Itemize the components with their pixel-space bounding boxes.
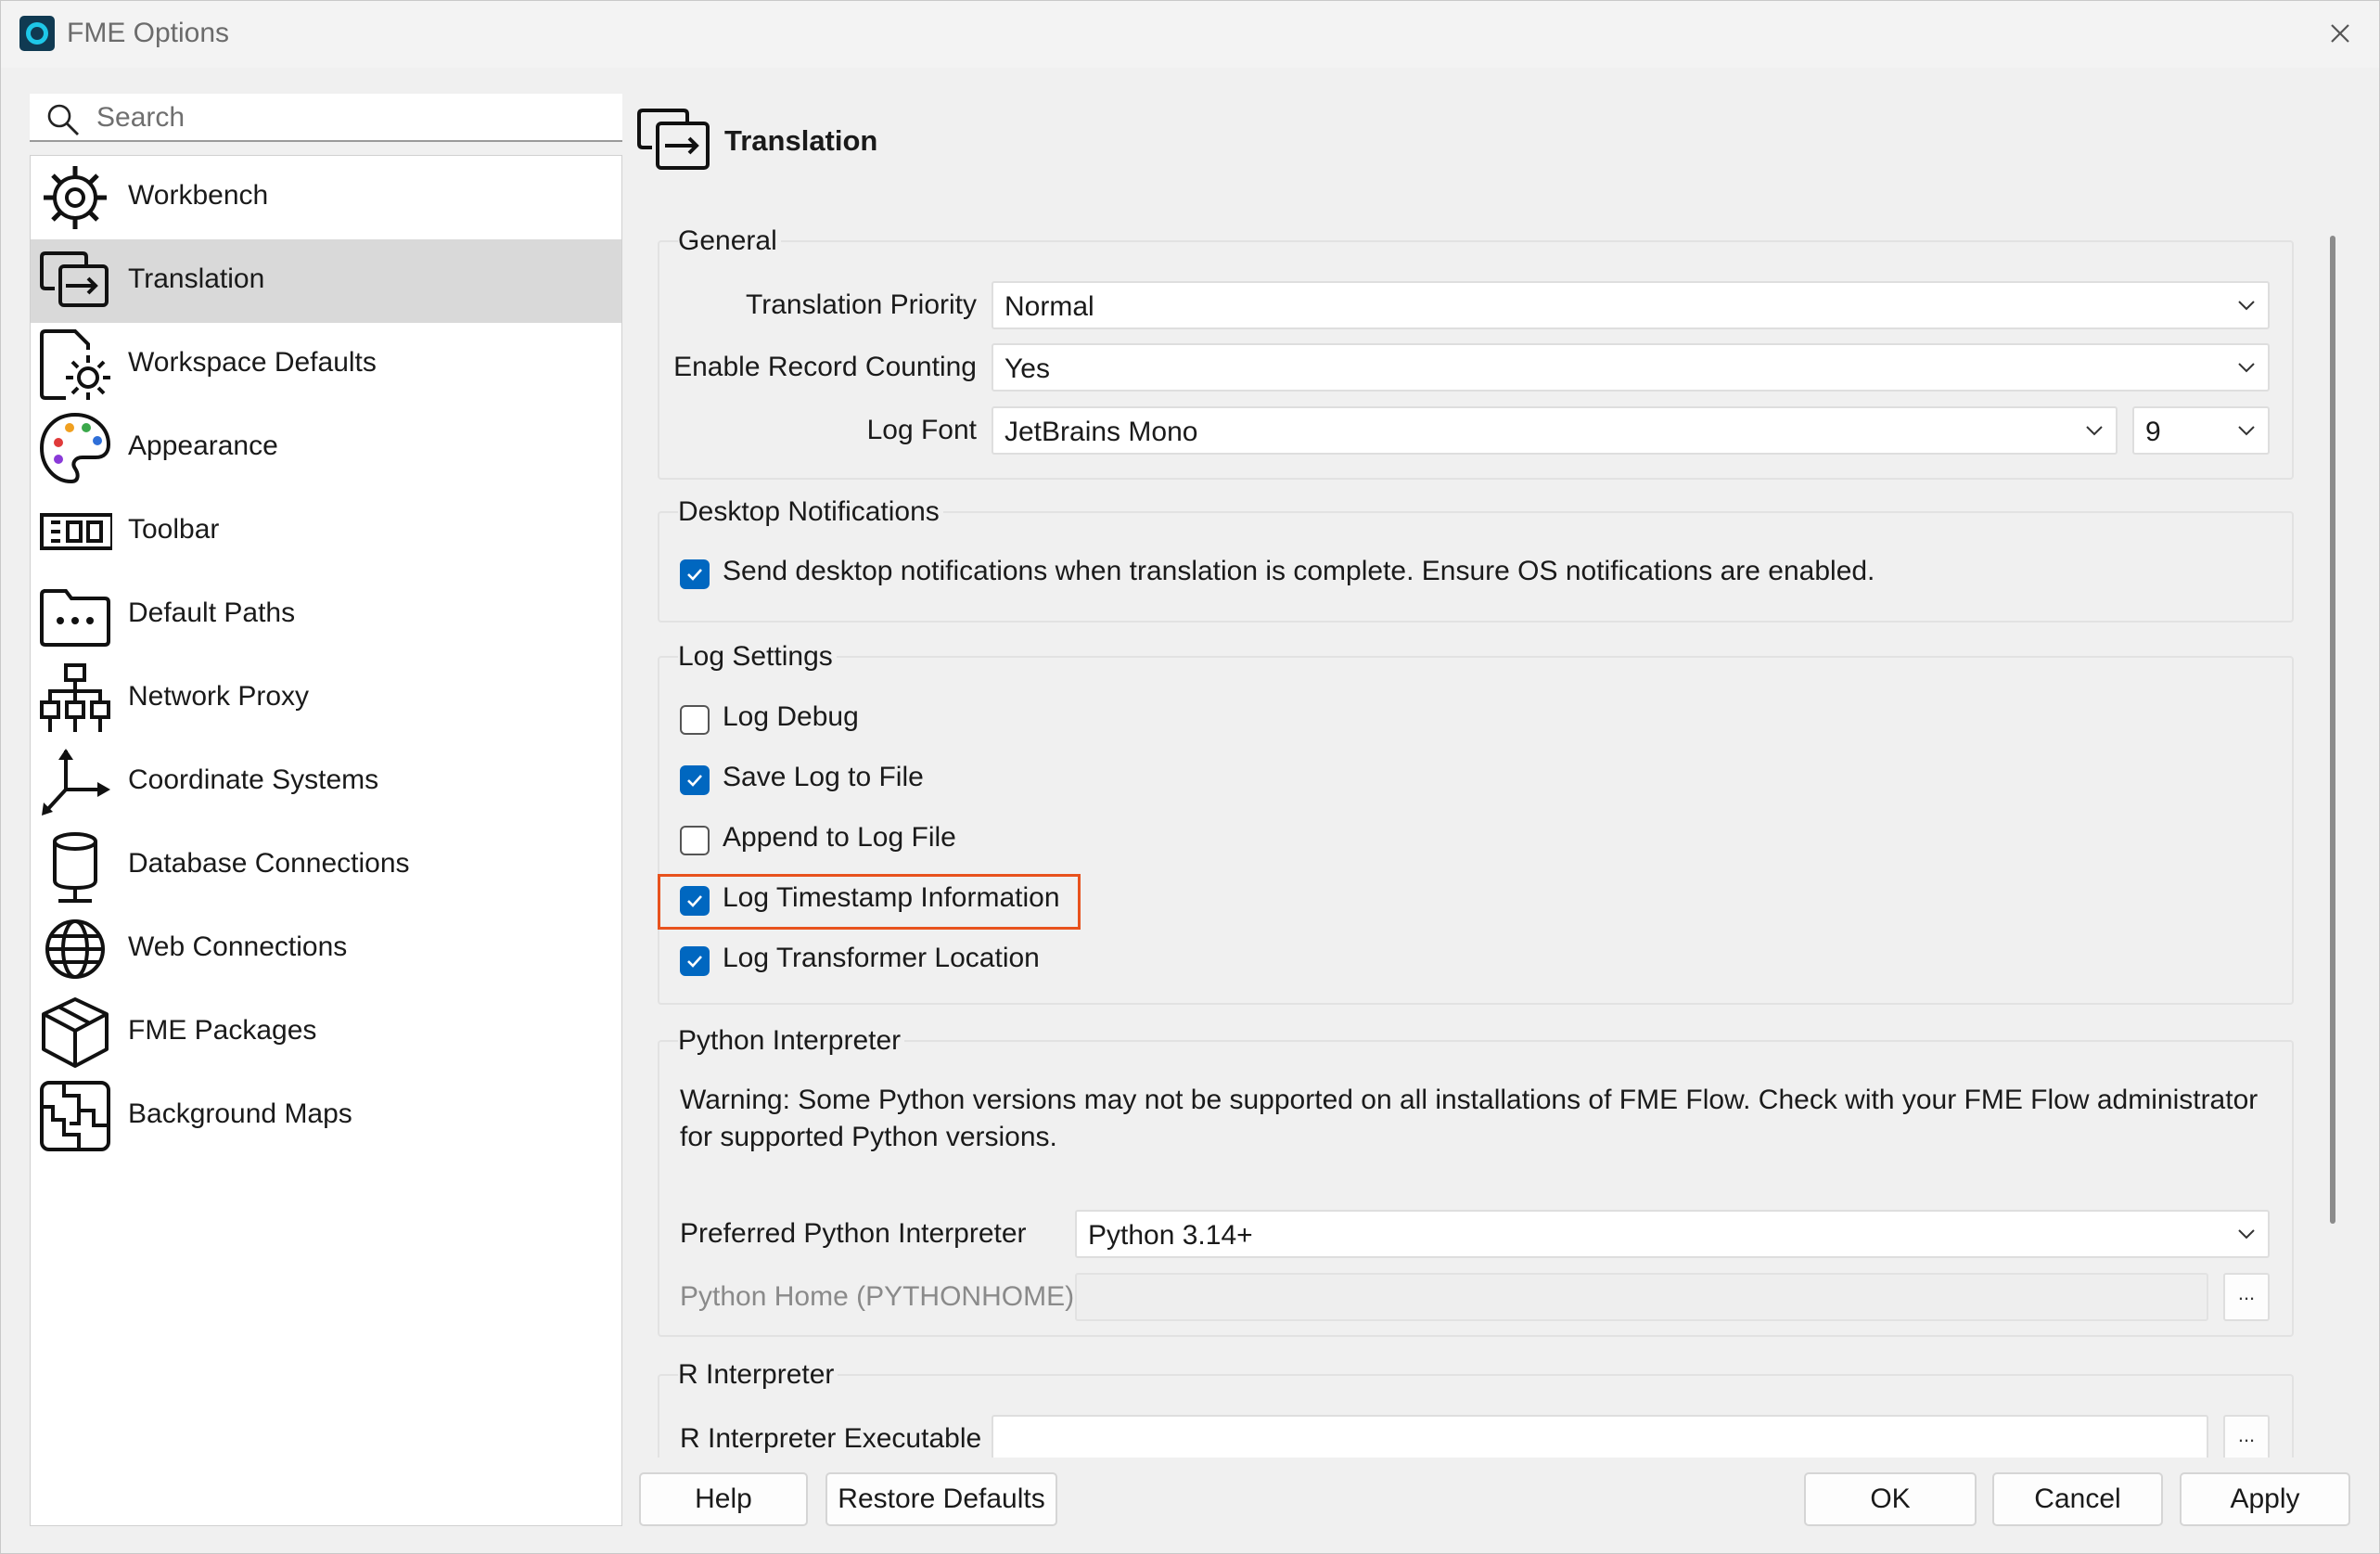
sidebar-item-label: Web Connections — [128, 931, 348, 962]
translation-priority-value: Normal — [1004, 291, 1094, 322]
preferred-python-select[interactable]: Python 3.14+ — [1075, 1210, 2270, 1258]
page-title: Translation — [724, 124, 878, 157]
python-home-field — [1075, 1273, 2208, 1321]
sidebar-item-label: Network Proxy — [128, 681, 310, 712]
fme-app-icon — [19, 16, 55, 51]
chevron-down-icon — [2086, 426, 2103, 436]
save-log-label: Save Log to File — [723, 762, 924, 792]
record-counting-label: Enable Record Counting — [673, 352, 977, 382]
chevron-down-icon — [2238, 426, 2255, 436]
send-notifications-label: Send desktop notifications when translat… — [723, 556, 1875, 586]
sidebar-item-label: Background Maps — [128, 1098, 352, 1129]
search-input[interactable] — [96, 101, 607, 135]
checkbox-unchecked[interactable] — [680, 826, 710, 855]
help-button[interactable]: Help — [639, 1472, 808, 1526]
globe-icon — [45, 919, 105, 979]
folder-icon — [40, 589, 110, 647]
preferred-python-value: Python 3.14+ — [1088, 1220, 1253, 1251]
sidebar-item-web-connections[interactable]: Web Connections — [31, 907, 621, 991]
chevron-down-icon — [2238, 1229, 2255, 1239]
desktop-notifications-title: Desktop Notifications — [678, 496, 943, 528]
translation-priority-select[interactable]: Normal — [992, 281, 2270, 329]
sidebar-item-label: Default Paths — [128, 597, 296, 628]
sidebar-item-default-paths[interactable]: Default Paths — [31, 573, 621, 657]
sidebar-item-label: FME Packages — [128, 1015, 317, 1046]
python-home-browse-button[interactable]: ... — [2223, 1273, 2270, 1321]
append-log-label: Append to Log File — [723, 822, 956, 853]
window-title: FME Options — [67, 18, 230, 48]
log-transformer-location-label: Log Transformer Location — [723, 943, 1040, 973]
sidebar-item-database-connections[interactable]: Database Connections — [31, 824, 621, 907]
options-nav-list: Workbench Translation Workspace Defaults — [30, 155, 622, 1526]
r-exe-label: R Interpreter Executable — [680, 1423, 982, 1454]
log-font-size-select[interactable]: 9 — [2132, 406, 2270, 455]
checkbox-checked[interactable] — [680, 946, 710, 976]
chevron-down-icon — [2238, 363, 2255, 373]
sidebar-item-translation[interactable]: Translation — [31, 239, 621, 323]
sidebar-item-fme-packages[interactable]: FME Packages — [31, 991, 621, 1074]
sidebar-item-label: Toolbar — [128, 514, 220, 545]
sidebar-item-label: Appearance — [128, 430, 278, 461]
sidebar-item-coordinate-systems[interactable]: Coordinate Systems — [31, 740, 621, 824]
checkbox-checked[interactable] — [680, 886, 710, 916]
toolbar-icon — [40, 513, 112, 550]
workbench-icon — [44, 166, 107, 229]
workspace-defaults-icon — [40, 329, 110, 400]
python-group-title: Python Interpreter — [678, 1025, 905, 1057]
palette-icon — [39, 412, 111, 484]
settings-content: General Translation Priority Normal Enab… — [635, 196, 2312, 1458]
log-debug-label: Log Debug — [723, 701, 859, 732]
log-font-select[interactable]: JetBrains Mono — [992, 406, 2118, 455]
python-home-label: Python Home (PYTHONHOME) — [680, 1281, 1075, 1312]
checkbox-checked[interactable] — [680, 765, 710, 795]
log-settings-title: Log Settings — [678, 641, 837, 673]
translation-icon — [40, 251, 109, 307]
axes-icon — [42, 749, 110, 816]
preferred-python-label: Preferred Python Interpreter — [680, 1218, 1027, 1249]
sidebar-item-label: Coordinate Systems — [128, 764, 379, 795]
log-timestamp-label: Log Timestamp Information — [723, 882, 1060, 913]
translation-priority-label: Translation Priority — [746, 289, 977, 320]
close-icon[interactable] — [2322, 16, 2358, 51]
title-bar: FME Options — [1, 1, 2379, 68]
log-font-size-value: 9 — [2145, 417, 2161, 447]
package-icon — [42, 997, 109, 1068]
apply-button[interactable]: Apply — [2180, 1472, 2350, 1526]
options-window: FME Options Workbench Tra — [0, 0, 2380, 1554]
translation-page-icon — [637, 109, 710, 170]
sidebar-item-appearance[interactable]: Appearance — [31, 406, 621, 490]
python-warning-text: Warning: Some Python versions may not be… — [680, 1085, 2258, 1152]
network-icon — [40, 663, 110, 732]
record-counting-select[interactable]: Yes — [992, 343, 2270, 392]
r-group-title: R Interpreter — [678, 1359, 838, 1391]
sidebar-item-label: Workbench — [128, 180, 269, 211]
sidebar-item-workspace-defaults[interactable]: Workspace Defaults — [31, 323, 621, 406]
sidebar-item-label: Translation — [128, 263, 265, 294]
general-group-title: General — [678, 225, 781, 257]
search-icon — [47, 104, 79, 135]
log-font-value: JetBrains Mono — [1004, 417, 1198, 447]
chevron-down-icon — [2238, 301, 2255, 311]
scrollbar-thumb[interactable] — [2330, 236, 2335, 1224]
log-font-label: Log Font — [866, 415, 977, 445]
r-exe-browse-button[interactable]: ... — [2223, 1415, 2270, 1458]
sidebar-item-label: Workspace Defaults — [128, 347, 377, 378]
map-icon — [40, 1081, 110, 1151]
sidebar-item-network-proxy[interactable]: Network Proxy — [31, 657, 621, 740]
database-icon — [53, 832, 97, 903]
checkbox-unchecked[interactable] — [680, 705, 710, 735]
checkbox-checked[interactable] — [680, 559, 710, 589]
search-box[interactable] — [30, 94, 622, 142]
cancel-button[interactable]: Cancel — [1992, 1472, 2163, 1526]
sidebar-item-toolbar[interactable]: Toolbar — [31, 490, 621, 573]
restore-defaults-button[interactable]: Restore Defaults — [825, 1472, 1057, 1526]
sidebar-item-label: Database Connections — [128, 848, 410, 879]
ok-button[interactable]: OK — [1804, 1472, 1977, 1526]
sidebar-item-background-maps[interactable]: Background Maps — [31, 1074, 621, 1158]
record-counting-value: Yes — [1004, 353, 1050, 384]
sidebar-item-workbench[interactable]: Workbench — [31, 156, 621, 239]
r-exe-field[interactable] — [992, 1415, 2208, 1458]
